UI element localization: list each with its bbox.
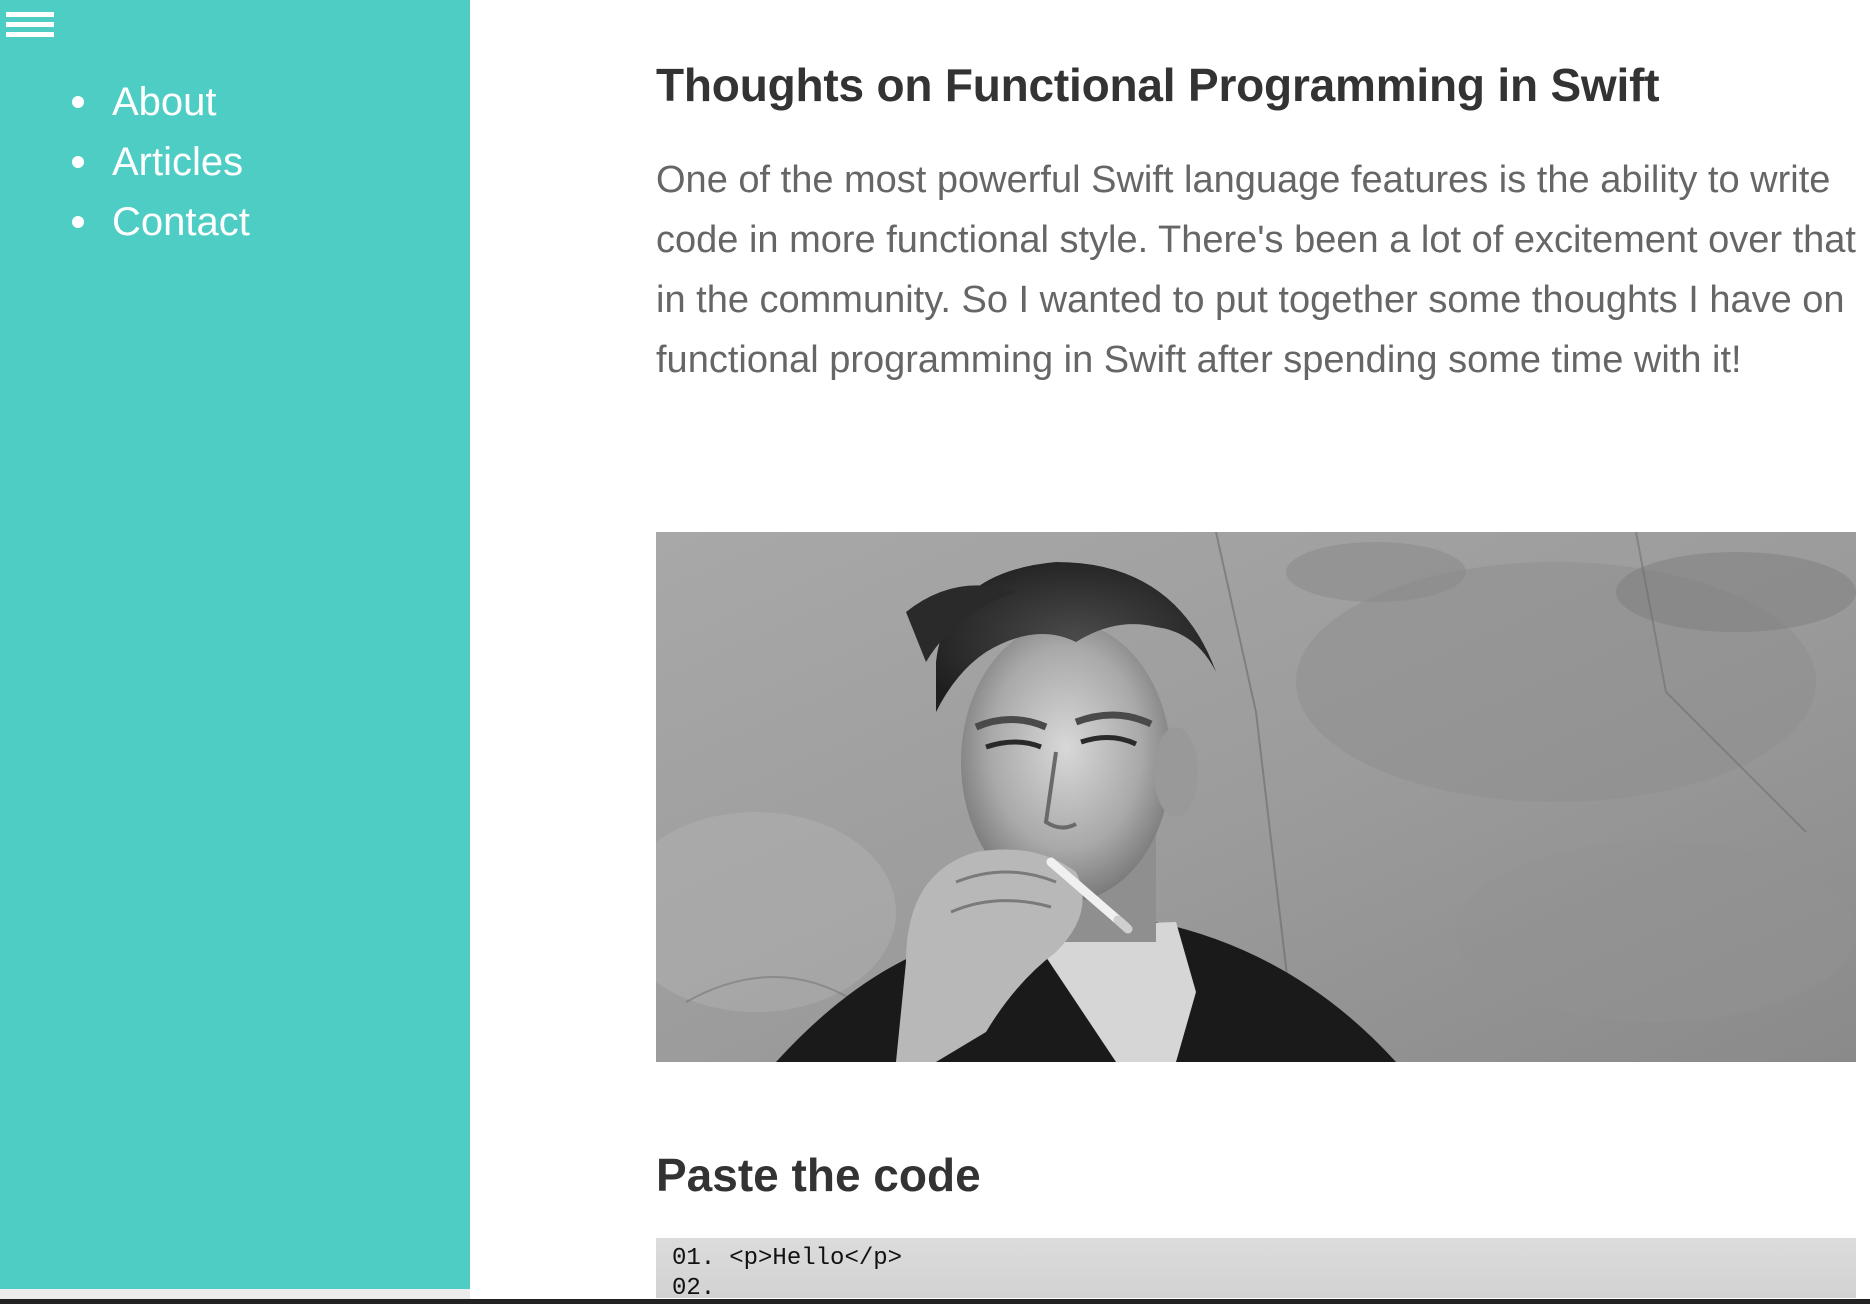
line-number: 01. bbox=[672, 1245, 716, 1272]
sidebar-item-about: About bbox=[70, 72, 250, 132]
sidebar-bottom-edge bbox=[0, 1289, 470, 1299]
nav-link-articles[interactable]: Articles bbox=[112, 142, 243, 182]
article-intro: One of the most powerful Swift language … bbox=[656, 159, 1856, 381]
page: About Articles Contact Thoughts on Funct… bbox=[0, 0, 1870, 1304]
hero-image bbox=[656, 532, 1856, 1062]
nav-link-contact[interactable]: Contact bbox=[112, 202, 250, 242]
portrait-photo-icon bbox=[656, 532, 1856, 1062]
article-title: Thoughts on Functional Programming in Sw… bbox=[656, 59, 1660, 111]
bullet-icon bbox=[72, 96, 84, 108]
sidebar-item-contact: Contact bbox=[70, 192, 250, 252]
sidebar-nav: About Articles Contact bbox=[70, 72, 250, 252]
line-number: 02. bbox=[672, 1275, 716, 1298]
bullet-icon bbox=[72, 216, 84, 228]
window-bottom-border bbox=[0, 1299, 1870, 1304]
hamburger-menu-icon[interactable] bbox=[6, 12, 56, 48]
sidebar: About Articles Contact bbox=[0, 0, 470, 1289]
sidebar-item-articles: Articles bbox=[70, 132, 250, 192]
code-line: 02. bbox=[672, 1274, 1856, 1298]
menu-bar-line bbox=[6, 12, 54, 17]
menu-bar-line bbox=[6, 32, 54, 37]
code-block: 01. <p>Hello</p> 02. bbox=[656, 1238, 1856, 1298]
bullet-icon bbox=[72, 156, 84, 168]
code-text: <p>Hello</p> bbox=[729, 1245, 903, 1272]
code-line: 01. <p>Hello</p> bbox=[672, 1244, 1856, 1274]
section-heading: Paste the code bbox=[656, 1149, 981, 1201]
menu-bar-line bbox=[6, 22, 54, 27]
nav-link-about[interactable]: About bbox=[112, 82, 217, 122]
